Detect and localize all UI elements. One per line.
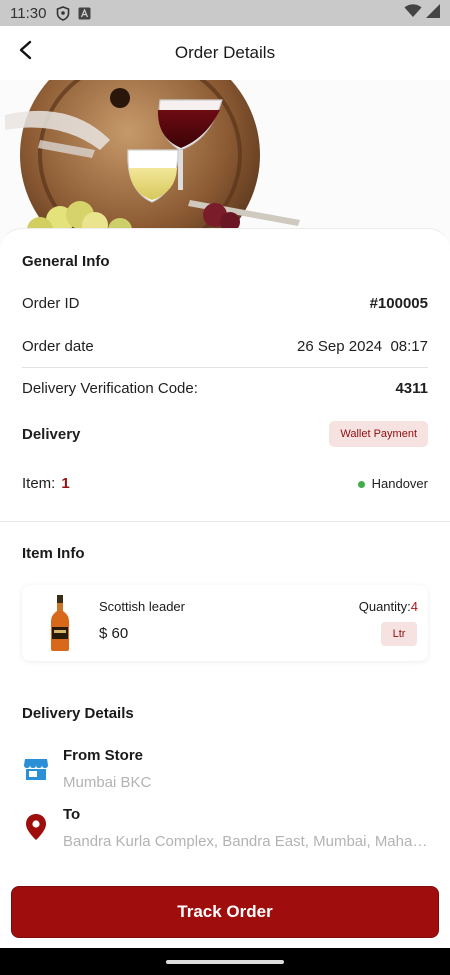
quantity-value: 4 bbox=[410, 599, 418, 614]
hero-image bbox=[0, 80, 450, 250]
payment-method-badge: Wallet Payment bbox=[329, 421, 428, 447]
delivery-label: Delivery bbox=[22, 426, 81, 443]
wifi-icon bbox=[404, 3, 422, 23]
order-date-label: Order date bbox=[22, 338, 94, 355]
product-name: Scottish leader bbox=[99, 599, 185, 614]
unit-badge: Ltr bbox=[381, 622, 417, 646]
order-id-label: Order ID bbox=[22, 295, 80, 312]
order-date-value: 26 Sep 2024 08:17 bbox=[297, 338, 428, 355]
bottle-icon bbox=[47, 595, 73, 651]
from-store-label: From Store bbox=[63, 747, 144, 764]
to-label: To bbox=[63, 806, 81, 823]
back-button[interactable] bbox=[12, 38, 40, 66]
item-count-value: 1 bbox=[61, 475, 70, 492]
location-pin-icon bbox=[22, 813, 50, 841]
order-status-text: Handover bbox=[371, 476, 428, 491]
app-bar: Order Details bbox=[0, 26, 450, 80]
order-status: Handover bbox=[357, 476, 428, 491]
item-info-title: Item Info bbox=[22, 545, 85, 562]
general-info-title: General Info bbox=[22, 253, 110, 270]
status-dot-icon bbox=[357, 481, 365, 489]
section-separator bbox=[0, 521, 450, 522]
item-card[interactable]: Scottish leader $ 60 Quantity:4 Ltr bbox=[22, 585, 428, 661]
verification-code-label: Delivery Verification Code: bbox=[22, 380, 198, 397]
shield-icon bbox=[56, 5, 70, 21]
from-store-value: Mumbai BKC bbox=[63, 774, 152, 791]
store-icon bbox=[22, 755, 50, 783]
to-address-value: Bandra Kurla Complex, Bandra East, Mumba… bbox=[63, 833, 429, 850]
product-price: $ 60 bbox=[99, 625, 129, 642]
quantity: Quantity:4 bbox=[359, 599, 418, 614]
status-bar: 11:30 bbox=[0, 0, 450, 26]
item-label: Item: bbox=[22, 475, 56, 492]
order-id-value: #100005 bbox=[369, 295, 428, 312]
item-count-row: Item: 1 bbox=[22, 475, 70, 492]
verification-code-value: 4311 bbox=[395, 380, 428, 397]
order-details-sheet: General Info Order ID #100005 Order date… bbox=[0, 228, 450, 948]
back-arrow-icon bbox=[16, 40, 36, 65]
home-indicator[interactable] bbox=[166, 959, 284, 964]
system-nav-bar bbox=[0, 948, 450, 975]
divider bbox=[22, 367, 428, 368]
status-time: 11:30 bbox=[10, 4, 47, 22]
delivery-details-title: Delivery Details bbox=[22, 705, 134, 722]
track-order-button[interactable]: Track Order bbox=[11, 886, 439, 938]
quantity-label: Quantity: bbox=[358, 599, 411, 614]
a-icon bbox=[78, 7, 91, 20]
signal-icon bbox=[426, 3, 440, 23]
page-title: Order Details bbox=[174, 43, 276, 62]
status-right-icons bbox=[404, 3, 440, 23]
